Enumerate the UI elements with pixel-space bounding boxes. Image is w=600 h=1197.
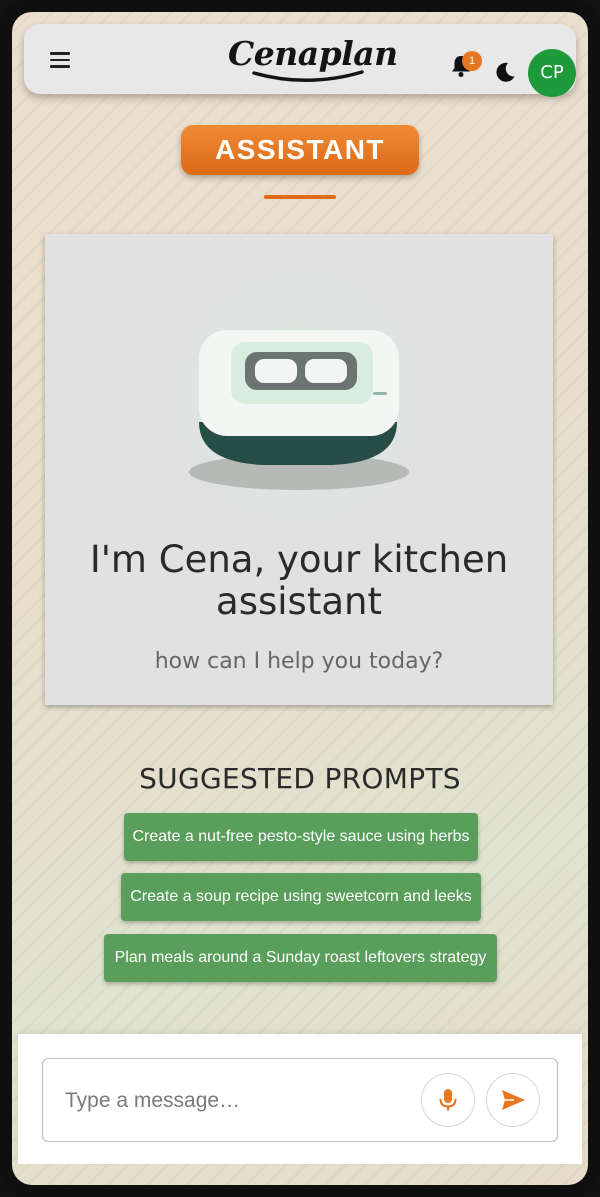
notification-badge: 1 [462, 51, 482, 71]
suggested-prompt-button[interactable]: Create a nut-free pesto-style sauce usin… [124, 813, 478, 861]
suggested-prompt-button[interactable]: Plan meals around a Sunday roast leftove… [104, 934, 497, 982]
logo-swoosh [252, 70, 364, 82]
message-composer [18, 1034, 582, 1164]
hamburger-menu-icon[interactable] [50, 48, 80, 72]
page-title: ASSISTANT [181, 125, 419, 175]
message-input-box [42, 1058, 558, 1142]
moon-icon[interactable] [494, 61, 518, 85]
app-screen: Cenaplan 1 CP ASSISTANT I'm Cena, your k… [12, 12, 588, 1185]
send-icon [502, 1090, 525, 1110]
assistant-intro-card: I'm Cena, your kitchen assistant how can… [45, 234, 553, 705]
assistant-greeting: I'm Cena, your kitchen assistant [89, 538, 509, 623]
microphone-icon [439, 1089, 457, 1111]
send-button[interactable] [486, 1073, 540, 1127]
user-avatar[interactable]: CP [528, 49, 576, 97]
suggested-prompt-button[interactable]: Create a soup recipe using sweetcorn and… [121, 873, 481, 921]
title-underline [264, 195, 336, 199]
message-input[interactable] [63, 1083, 397, 1119]
microphone-button[interactable] [421, 1073, 475, 1127]
top-app-bar: Cenaplan 1 CP [24, 24, 576, 97]
device-frame: Cenaplan 1 CP ASSISTANT I'm Cena, your k… [0, 0, 600, 1197]
assistant-subtitle: how can I help you today? [154, 649, 444, 674]
cenaplan-logo[interactable]: Cenaplan [228, 32, 398, 84]
cena-robot-image [189, 330, 409, 490]
suggested-prompts-heading: SUGGESTED PROMPTS [139, 762, 461, 795]
